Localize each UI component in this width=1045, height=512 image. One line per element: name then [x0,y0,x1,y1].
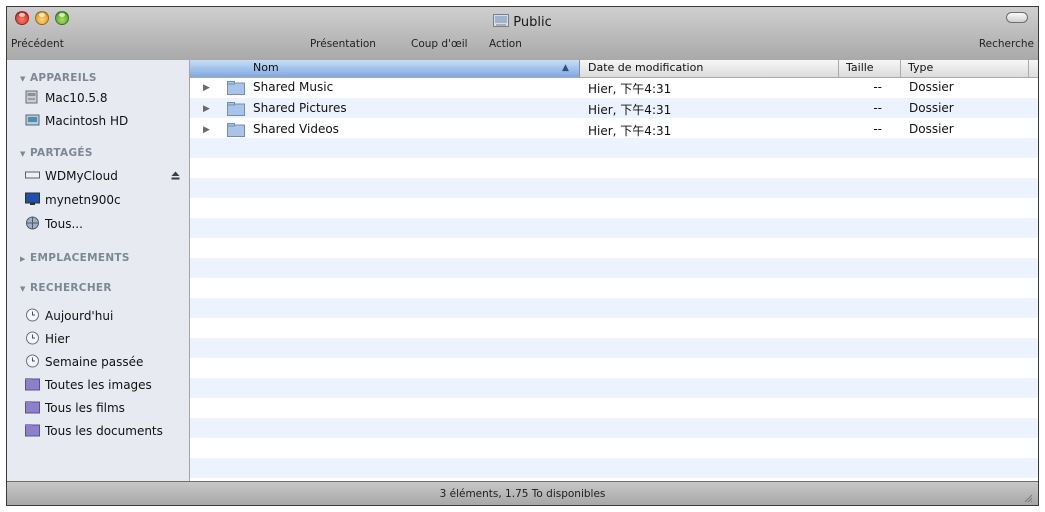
action-button[interactable]: Action [489,38,522,50]
sidebar-section-shared[interactable]: ▼ PARTAGÉS [20,147,93,159]
disclosure-down-icon: ▼ [20,285,26,293]
view-button[interactable]: Présentation [310,38,376,50]
back-button[interactable]: Précédent [11,38,64,50]
eject-icon[interactable] [171,171,180,180]
column-divider[interactable] [838,60,839,77]
sidebar-section-places[interactable]: ▶ EMPLACEMENTS [20,252,130,264]
folder-icon [227,123,245,137]
row-stripe [190,138,1038,158]
column-header-type[interactable]: Type [908,61,933,78]
file-date: Hier, 下午4:31 [588,124,672,138]
smart-folder-icon [25,378,40,391]
file-row[interactable]: ▶ Shared Videos Hier, 下午4:31 -- Dossier [190,120,1038,140]
file-list: Nom ▲ Date de modification Taille Type ▶… [190,60,1038,481]
row-stripe [190,218,1038,238]
sidebar: ▼ APPAREILS Mac10.5.8 Macintosh HD ▼ PARTA… [7,60,190,481]
row-stripe [190,378,1038,398]
window-title: Public [513,15,552,30]
disclosure-right-icon[interactable]: ▶ [203,125,210,135]
row-stripe [190,178,1038,198]
computer-icon [25,90,38,104]
sidebar-section-search[interactable]: ▼ RECHERCHER [20,282,112,294]
file-row[interactable]: ▶ Shared Pictures Hier, 下午4:31 -- Dossie… [190,99,1038,119]
column-divider[interactable] [1028,60,1029,77]
disclosure-down-icon: ▼ [20,150,26,158]
sidebar-item-all-images[interactable]: Toutes les images [25,375,152,395]
row-stripe [190,338,1038,358]
hard-drive-icon [25,114,40,126]
file-size: -- [873,80,882,94]
smart-folder-icon [25,401,40,414]
row-stripe [190,298,1038,318]
row-stripe [190,258,1038,278]
quick-look-button[interactable]: Coup d'œil [411,38,468,50]
smart-folder-icon [25,424,40,437]
window-title-bar: Public [7,11,1038,30]
resize-grip-icon[interactable] [1023,493,1033,503]
network-folder-icon [493,14,510,27]
clock-icon [26,308,39,322]
file-size: -- [873,122,882,136]
file-date: Hier, 下午4:31 [588,103,672,117]
file-name: Shared Videos [253,122,339,136]
column-divider[interactable] [900,60,901,77]
file-type: Dossier [909,80,954,94]
finder-window: Public Précédent Présentation Coup d'œil… [6,6,1039,506]
column-header-size[interactable]: Taille [846,61,874,78]
sidebar-item-past-week[interactable]: Semaine passée [25,352,143,372]
sidebar-item-macintosh-hd[interactable]: Macintosh HD [25,111,128,131]
folder-icon [227,81,245,95]
file-size: -- [873,101,882,115]
sidebar-item-all-movies[interactable]: Tous les films [25,398,125,418]
monitor-icon [25,192,40,205]
network-globe-icon [26,216,39,230]
clock-icon [26,354,39,368]
network-drive-icon [25,171,40,179]
sidebar-item-yesterday[interactable]: Hier [25,329,70,349]
toolbar-toggle-button[interactable] [1006,12,1028,23]
clock-icon [26,331,39,345]
file-date: Hier, 下午4:31 [588,82,672,96]
sidebar-item-all-network[interactable]: Tous... [25,214,83,234]
search-field-label[interactable]: Recherche [979,38,1034,50]
file-type: Dossier [909,122,954,136]
file-row[interactable]: ▶ Shared Music Hier, 下午4:31 -- Dossier [190,78,1038,98]
sort-ascending-icon: ▲ [562,63,569,73]
disclosure-right-icon: ▶ [20,255,26,263]
column-header-bar: Nom ▲ Date de modification Taille Type [190,60,1038,78]
disclosure-right-icon[interactable]: ▶ [203,104,210,114]
sidebar-item-today[interactable]: Aujourd'hui [25,306,113,326]
status-text: 3 éléments, 1.75 To disponibles [439,488,606,500]
sidebar-item-mynetn900c[interactable]: mynetn900c [25,190,121,210]
toolbar: Public Précédent Présentation Coup d'œil… [7,7,1038,61]
status-bar: 3 éléments, 1.75 To disponibles [7,481,1038,505]
sidebar-section-devices[interactable]: ▼ APPAREILS [20,72,97,84]
sidebar-item-mac[interactable]: Mac10.5.8 [25,88,107,108]
folder-icon [227,102,245,116]
row-stripe [190,458,1038,478]
column-header-name[interactable]: Nom ▲ [190,60,580,77]
sidebar-item-all-documents[interactable]: Tous les documents [25,421,163,441]
file-type: Dossier [909,101,954,115]
column-header-date[interactable]: Date de modification [588,61,703,78]
disclosure-down-icon: ▼ [20,75,26,83]
disclosure-right-icon[interactable]: ▶ [203,83,210,93]
row-stripe [190,418,1038,438]
file-name: Shared Pictures [253,101,347,115]
file-name: Shared Music [253,80,334,94]
sidebar-item-wdmycloud[interactable]: WDMyCloud [25,166,118,186]
